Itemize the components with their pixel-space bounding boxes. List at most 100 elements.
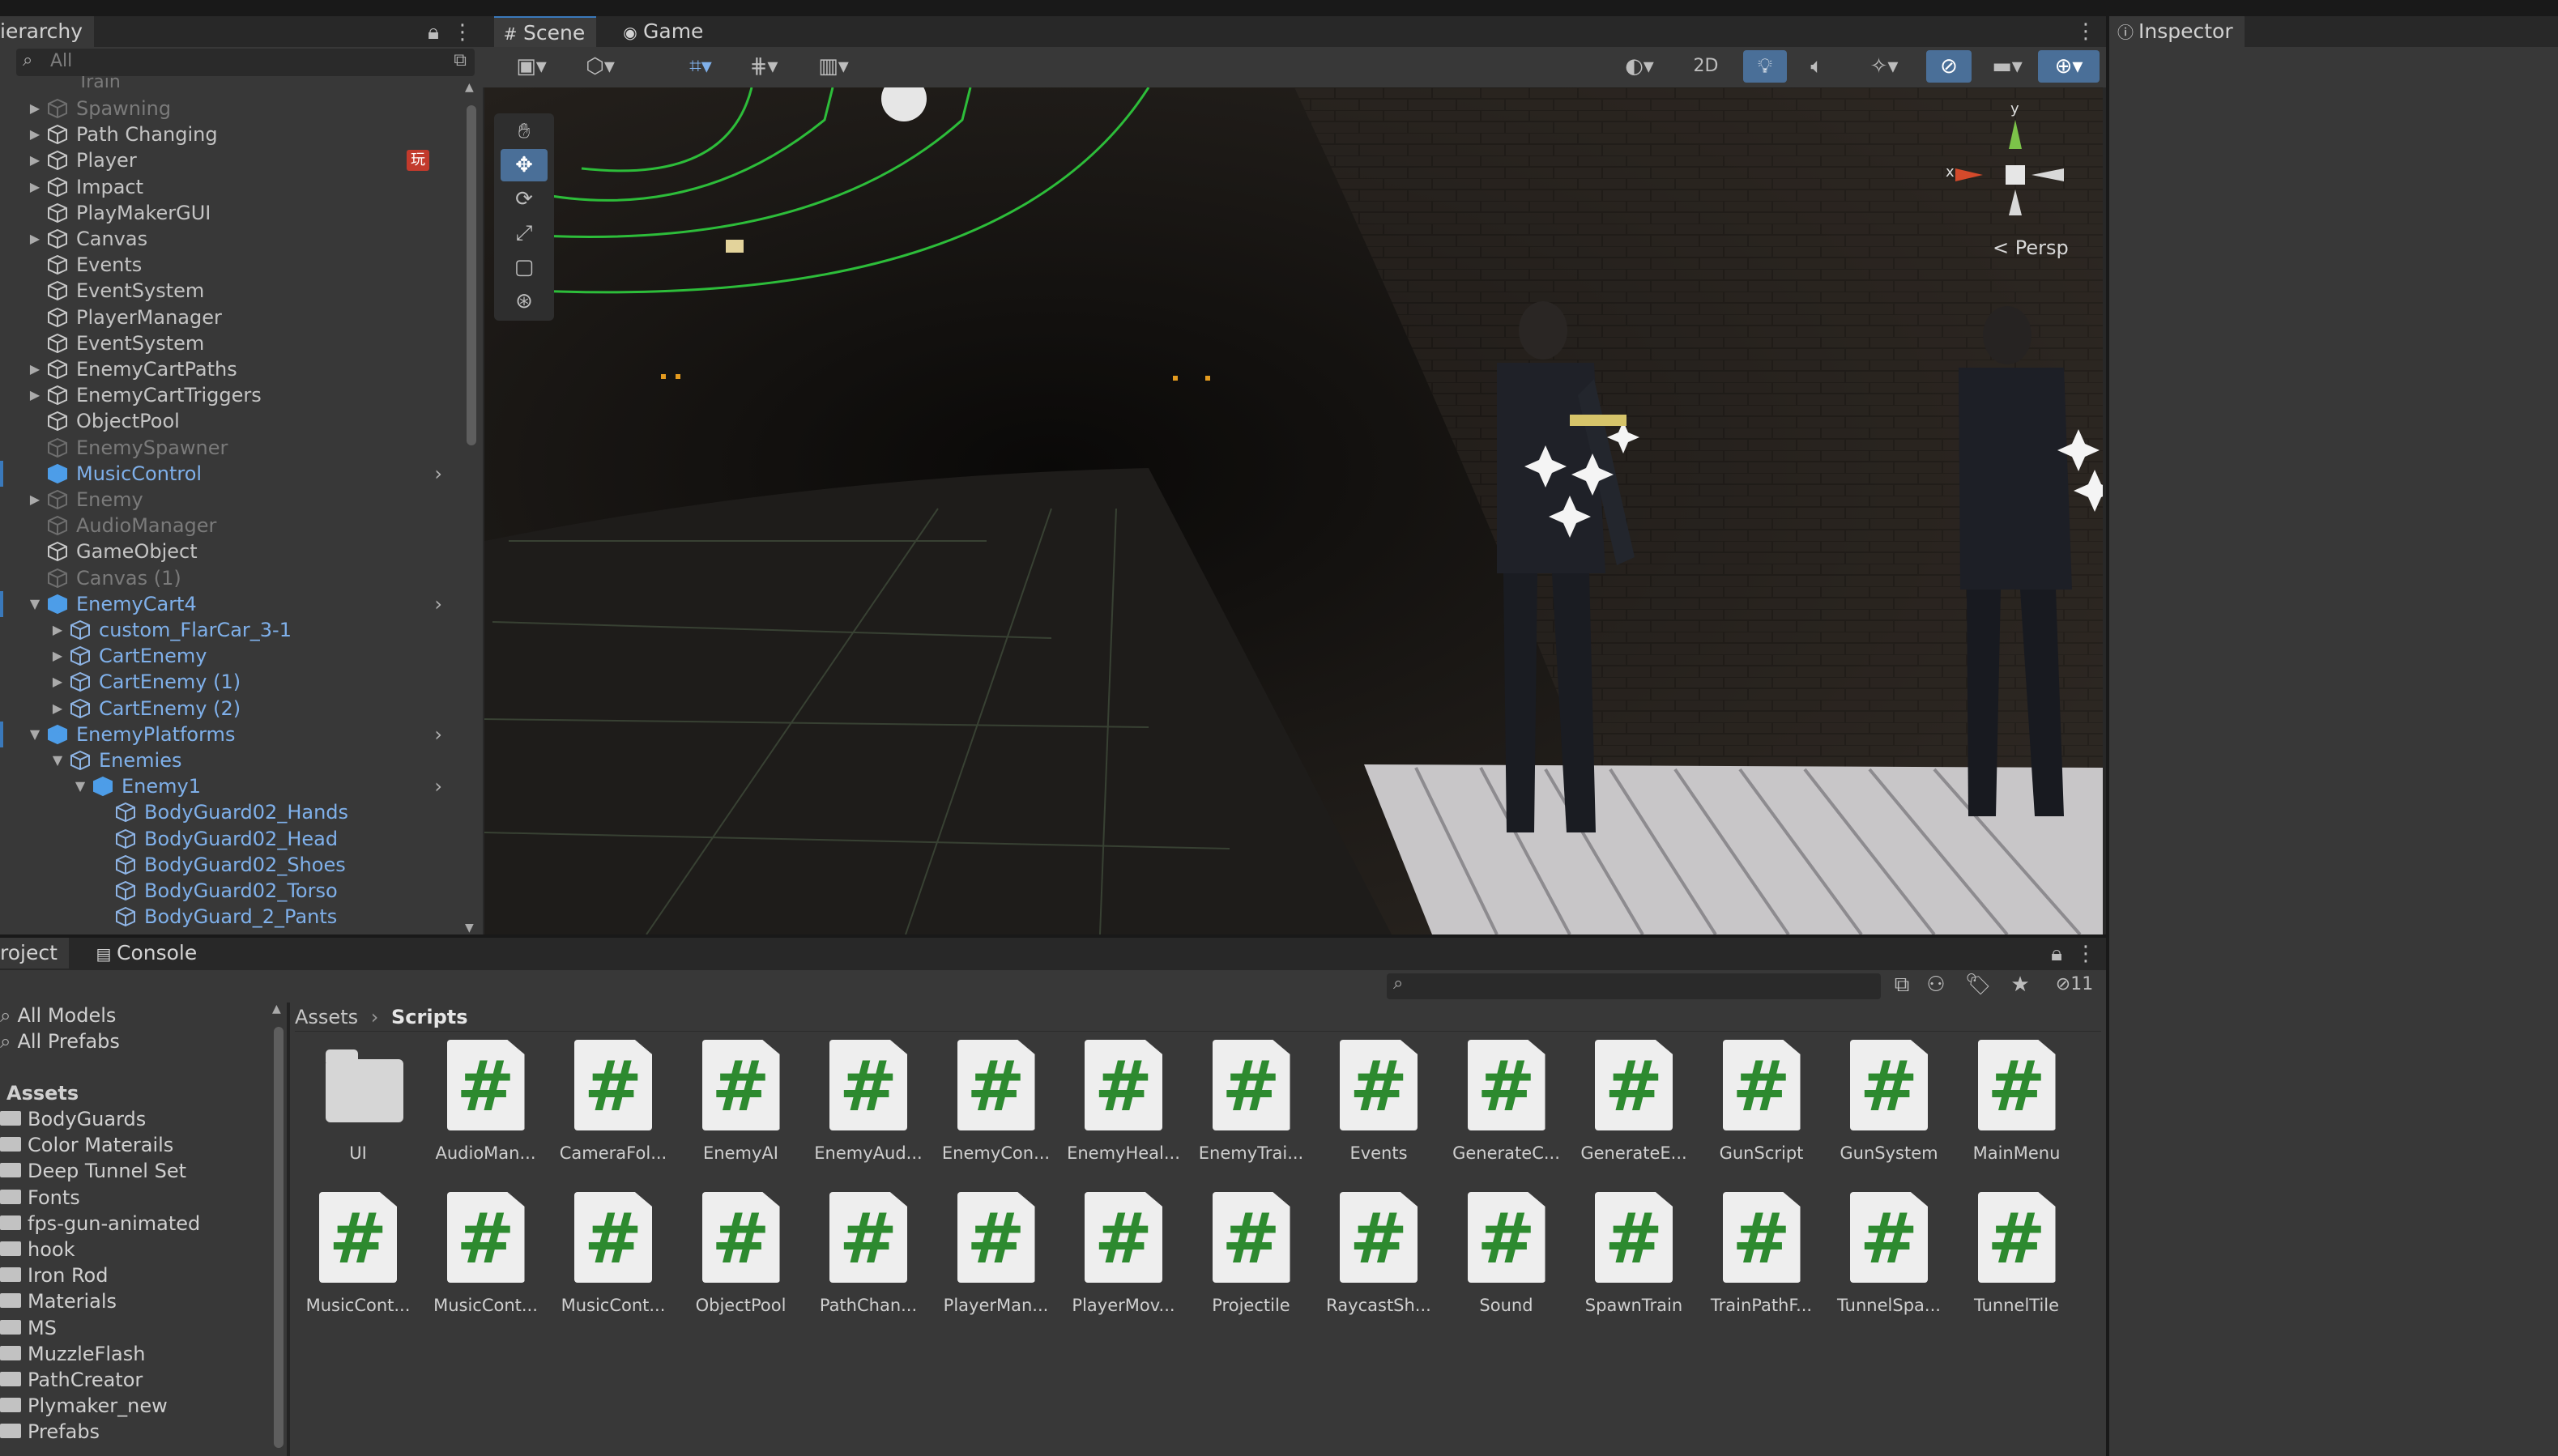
hierarchy-item[interactable]: ▶ EnemyCartPaths [0,356,462,382]
assets-header[interactable]: Assets [6,1080,79,1106]
expand-closed-icon[interactable]: ▶ [28,121,42,147]
asset-script[interactable]: # TunnelSpa... [1818,1192,1941,1336]
asset-script[interactable]: # EnemyAud... [797,1040,923,1184]
asset-script[interactable]: # EnemyCon... [925,1040,1050,1184]
hidden-packages-icon[interactable]: ⊘11 [2046,969,2103,1001]
expand-closed-icon[interactable]: ▶ [28,174,42,200]
scroll-up-icon[interactable]: ▲ [272,1003,281,1015]
hierarchy-item[interactable]: ▶ CartEnemy (2) [0,696,462,722]
hierarchy-item[interactable]: BodyGuard02_Hands [0,799,462,825]
hierarchy-item[interactable]: BodyGuard02_Shoes [0,852,462,878]
hand-tool-icon[interactable]: ✋︎ [501,115,548,147]
tab-console[interactable]: ▤ Console [87,938,208,969]
hierarchy-item[interactable]: ▼ Enemies [0,747,462,773]
asset-script[interactable]: # Projectile [1180,1192,1302,1336]
draw-mode-icon[interactable]: ▣▾ [507,50,556,83]
expand-closed-icon[interactable]: ▶ [28,487,42,513]
transform-tool-icon[interactable]: ⊛ [501,285,548,317]
asset-script[interactable]: # MainMenu [1946,1040,2067,1184]
favorite-all-prefabs[interactable]: ⌕ All Prefabs [0,1028,120,1054]
asset-script[interactable]: # PathChan... [797,1192,919,1336]
hierarchy-item[interactable]: ▶ Canvas [0,226,462,252]
snap-increment-icon[interactable]: ⋕▾ [735,50,792,83]
lighting-icon[interactable]: 💡︎ [1743,50,1787,83]
hierarchy-search[interactable]: ⌕ All ⧉ [16,49,475,76]
hierarchy-item[interactable]: ▶ CartEnemy (1) [0,669,462,695]
expand-open-icon[interactable]: ▼ [28,722,42,747]
scene-viewport[interactable]: ✋︎ ✥ ⟳ ⤢ ▢ ⊛ y x < Persp [484,87,2103,934]
sidebar-folder[interactable]: Plymaker_new [0,1393,168,1419]
tab-hierarchy[interactable]: ierarchy [0,16,95,47]
asset-script[interactable]: # EnemyHeal... [1052,1040,1180,1184]
chevron-right-icon[interactable]: › [434,773,442,799]
asset-folder[interactable]: UI [287,1040,408,1184]
breadcrumb-assets[interactable]: Assets [295,1006,358,1028]
grid-snap-icon[interactable]: ⌗▾ [672,50,729,83]
effects-icon[interactable]: ✧▾ [1852,50,1916,83]
sidebar-folder[interactable]: Deep Tunnel Set [0,1158,186,1184]
asset-script[interactable]: # GunSystem [1818,1040,1939,1184]
rotate-tool-icon[interactable]: ⟳ [501,183,548,215]
asset-script[interactable]: # EnemyTrai... [1180,1040,1303,1184]
hierarchy-item[interactable]: ObjectPool [0,408,462,434]
chevron-right-icon[interactable]: › [434,461,442,487]
sidebar-folder[interactable]: MuzzleFlash [0,1341,145,1367]
tab-game[interactable]: ◉ Game [614,16,714,47]
more-menu-icon[interactable]: ⋮ [450,16,475,49]
hierarchy-item[interactable]: EnemySpawner [0,435,462,461]
hierarchy-item[interactable]: EventSystem [0,330,462,356]
sidebar-folder[interactable]: Prefabs [0,1419,100,1445]
expand-closed-icon[interactable]: ▶ [28,356,42,382]
asset-script[interactable]: # CameraFol... [542,1040,667,1184]
camera-settings-icon[interactable]: ▬▾ [1976,50,2038,83]
expand-closed-icon[interactable]: ▶ [28,147,42,173]
asset-script[interactable]: # Events [1307,1040,1429,1184]
expand-closed-icon[interactable]: ▶ [28,382,42,408]
gizmos-icon[interactable]: ⊕▾ [2038,50,2100,83]
hierarchy-item[interactable]: ▶ Spawning [0,96,462,121]
expand-closed-icon[interactable]: ▶ [28,226,42,252]
expand-closed-icon[interactable]: ▶ [28,96,42,121]
project-search[interactable]: ⌕ [1387,973,1881,999]
asset-script[interactable]: # AudioMan... [415,1040,536,1184]
sidebar-folder[interactable]: hook [0,1237,75,1262]
hidden-objects-icon[interactable]: ⊘ [1926,50,1972,83]
hierarchy-item[interactable]: Canvas (1) [0,565,462,591]
hierarchy-item[interactable]: ▶ EnemyCartTriggers [0,382,462,408]
hierarchy-item[interactable]: ▶ Player 玩 [0,147,462,173]
asset-script[interactable]: # TunnelTile [1946,1192,2067,1336]
expand-closed-icon[interactable]: ▶ [50,643,65,669]
move-tool-icon[interactable]: ✥ [501,149,548,181]
scale-tool-icon[interactable]: ⤢ [501,217,548,249]
chevron-right-icon[interactable]: › [434,722,442,747]
hierarchy-item[interactable]: BodyGuard02_Torso [0,878,462,904]
favorite-all-models[interactable]: ⌕ All Models [0,1003,116,1028]
hierarchy-item[interactable]: ▼ EnemyPlatforms › [0,721,462,747]
scroll-thumb[interactable] [467,105,476,445]
expand-open-icon[interactable]: ▼ [28,591,42,617]
tab-scene[interactable]: # Scene [494,16,597,49]
expand-closed-icon[interactable]: ▶ [50,669,65,695]
hierarchy-item[interactable]: ▶ Enemy [0,487,462,513]
asset-script[interactable]: # GenerateC... [1435,1040,1560,1184]
sidebar-folder[interactable]: BodyGuards [0,1106,146,1132]
grid-visibility-icon[interactable]: ▥▾ [805,50,862,83]
sidebar-folder[interactable]: PathCreator [0,1367,143,1393]
sidebar-folder[interactable]: fps-gun-animated [0,1211,200,1237]
search-by-label-icon[interactable]: ⚇ [1920,969,1952,1001]
asset-script[interactable]: # PlayerMov... [1052,1192,1175,1336]
asset-script[interactable]: # RaycastSh... [1307,1192,1431,1336]
tag-icon[interactable]: 🏷︎ [1962,969,1994,1001]
asset-script[interactable]: # EnemyAI [670,1040,791,1184]
orientation-gizmo[interactable]: y x < Persp [1946,100,2088,259]
playmaker-badge[interactable]: 玩 [407,150,429,172]
sidebar-folder[interactable]: Materials [0,1288,117,1314]
search-by-type-icon[interactable]: ⧉ [1886,969,1918,1001]
scroll-thumb[interactable] [274,1027,284,1448]
tab-project[interactable]: roject [0,938,69,969]
hierarchy-item[interactable]: EventSystem [0,278,462,304]
rect-tool-icon[interactable]: ▢ [501,251,548,283]
expand-open-icon[interactable]: ▼ [73,773,87,799]
lock-icon[interactable]: 🔒︎ [421,16,446,49]
render-mode-icon[interactable]: ⬡▾ [572,50,629,83]
